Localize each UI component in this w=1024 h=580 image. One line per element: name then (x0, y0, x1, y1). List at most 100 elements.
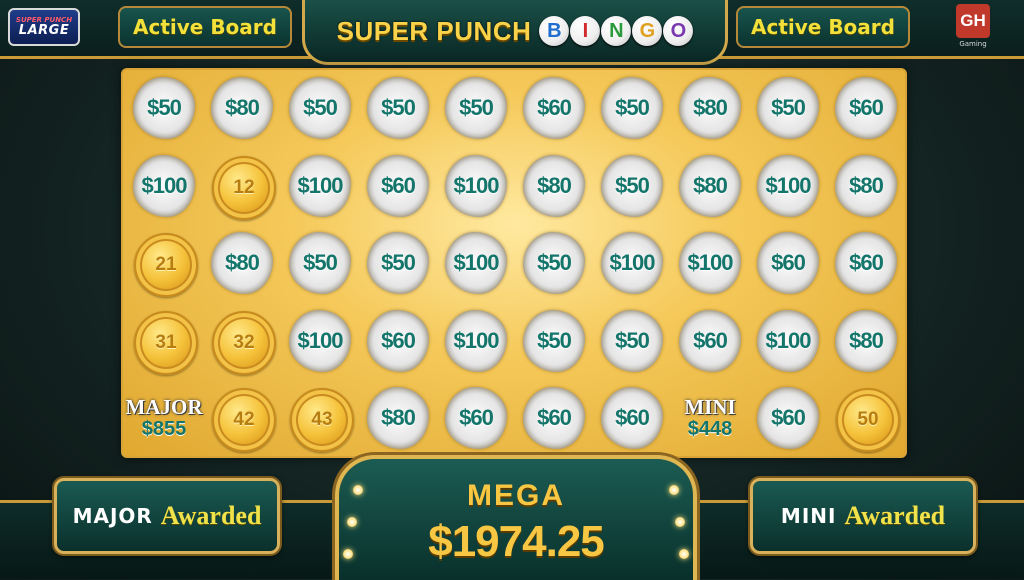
prize-value: $80 (693, 172, 728, 198)
coin-cell[interactable]: 32 (207, 306, 277, 376)
prize-cell[interactable]: $60 (753, 383, 823, 453)
prize-value: $100 (687, 250, 734, 275)
prize-cell[interactable]: $50 (363, 73, 433, 143)
prize-value: $60 (381, 327, 416, 353)
prize-value: $50 (615, 172, 650, 198)
bingo-board: $50 $80 $50 $50 $50 $60 $50 $80 $50 $60 $100 12 $100… (121, 68, 907, 458)
coin-number: 43 (311, 409, 333, 430)
prize-cell[interactable]: $100 (441, 151, 511, 221)
coin-cell[interactable]: 50 (831, 383, 901, 453)
prize-value: $60 (615, 405, 650, 430)
mega-value: $1974.25 (428, 517, 605, 566)
prize-value: $50 (537, 250, 572, 275)
jackpot-cell-mini[interactable]: MINI $448 (665, 383, 755, 453)
prize-value: $80 (849, 327, 884, 353)
prize-value: $100 (297, 172, 344, 198)
prize-cell[interactable]: $60 (363, 306, 433, 376)
prize-cell[interactable]: $60 (363, 151, 433, 221)
coin-number: 50 (857, 409, 879, 430)
mini-status: Awarded (844, 501, 946, 530)
active-board-right[interactable]: Active Board (736, 6, 910, 48)
prize-cell[interactable]: $100 (597, 228, 667, 298)
prize-cell[interactable]: $60 (753, 228, 823, 298)
prize-value: $80 (225, 250, 260, 275)
prize-cell[interactable]: $60 (831, 228, 901, 298)
prize-value: $60 (693, 327, 728, 353)
game-title-plate: SUPER PUNCH BINGO (302, 0, 728, 65)
prize-cell[interactable]: $50 (519, 228, 589, 298)
prize-value: $50 (771, 95, 806, 120)
coin-number: 21 (155, 254, 177, 275)
coin-cell[interactable]: 21 (129, 228, 199, 298)
gold-coin-icon: 12 (212, 155, 276, 220)
gold-coin-icon: 50 (836, 388, 900, 452)
game-logo: SUPER PUNCH LARGE (8, 8, 80, 46)
prize-cell[interactable]: $100 (441, 228, 511, 298)
prize-cell[interactable]: $80 (675, 151, 745, 221)
prize-cell[interactable]: $100 (285, 306, 355, 376)
prize-cell[interactable]: $50 (597, 151, 667, 221)
prize-cell[interactable]: $50 (519, 306, 589, 376)
coin-cell[interactable]: 42 (207, 383, 277, 453)
prize-value: $100 (453, 172, 500, 198)
prize-cell[interactable]: $50 (129, 73, 199, 143)
gold-coin-icon: 32 (212, 310, 276, 375)
prize-cell[interactable]: $100 (441, 306, 511, 376)
prize-cell[interactable]: $80 (831, 151, 901, 221)
prize-cell[interactable]: $100 (753, 306, 823, 376)
prize-value: $100 (765, 327, 812, 353)
major-status: Awarded (160, 501, 262, 530)
prize-cell[interactable]: $60 (675, 306, 745, 376)
prize-value: $50 (615, 95, 650, 120)
prize-cell[interactable]: $50 (597, 306, 667, 376)
prize-cell[interactable]: $80 (675, 73, 745, 143)
prize-value: $60 (381, 172, 416, 198)
mega-jackpot-plate: MEGA $1974.25 (335, 455, 697, 580)
coin-number: 31 (155, 331, 177, 353)
prize-cell[interactable]: $60 (831, 73, 901, 143)
prize-cell[interactable]: $60 (597, 383, 667, 453)
prize-cell[interactable]: $50 (285, 228, 355, 298)
prize-value: $50 (147, 95, 182, 120)
prize-value: $50 (537, 327, 572, 353)
prize-cell[interactable]: $60 (519, 73, 589, 143)
jackpot-value: $448 (687, 418, 733, 440)
prize-value: $80 (225, 95, 260, 120)
prize-value: $60 (849, 250, 884, 275)
prize-value: $60 (537, 95, 572, 120)
prize-cell[interactable]: $60 (519, 383, 589, 453)
coin-cell[interactable]: 31 (129, 306, 199, 376)
prize-cell[interactable]: $50 (441, 73, 511, 143)
prize-value: $80 (537, 172, 572, 198)
prize-cell[interactable]: $50 (363, 228, 433, 298)
prize-value: $100 (453, 250, 500, 275)
prize-cell[interactable]: $50 (753, 73, 823, 143)
prize-cell[interactable]: $80 (207, 73, 277, 143)
prize-cell[interactable]: $80 (831, 306, 901, 376)
prize-cell[interactable]: $50 (285, 73, 355, 143)
prize-cell[interactable]: $80 (363, 383, 433, 453)
prize-cell[interactable]: $100 (675, 228, 745, 298)
brand-text: Gaming (959, 40, 987, 48)
prize-cell[interactable]: $50 (597, 73, 667, 143)
prize-cell[interactable]: $100 (285, 151, 355, 221)
jackpot-cell-major[interactable]: MAJOR $855 (119, 383, 209, 453)
prize-value: $60 (771, 250, 806, 275)
prize-value: $100 (141, 172, 188, 198)
prize-value: $100 (297, 327, 344, 353)
prize-value: $50 (381, 95, 416, 120)
logo-title: LARGE (18, 23, 70, 38)
coin-cell[interactable]: 43 (285, 383, 355, 453)
prize-cell[interactable]: $80 (207, 228, 277, 298)
prize-cell[interactable]: $60 (441, 383, 511, 453)
active-board-left[interactable]: Active Board (118, 6, 292, 48)
prize-cell[interactable]: $80 (519, 151, 589, 221)
bingo-ball-n: N (601, 16, 632, 46)
coin-cell[interactable]: 12 (207, 151, 277, 221)
prize-value: $50 (303, 95, 338, 120)
gold-coin-icon: 21 (134, 233, 198, 297)
prize-cell[interactable]: $100 (753, 151, 823, 221)
brand-badge: GH (956, 4, 990, 38)
coin-number: 32 (233, 331, 255, 353)
prize-cell[interactable]: $100 (129, 151, 199, 221)
